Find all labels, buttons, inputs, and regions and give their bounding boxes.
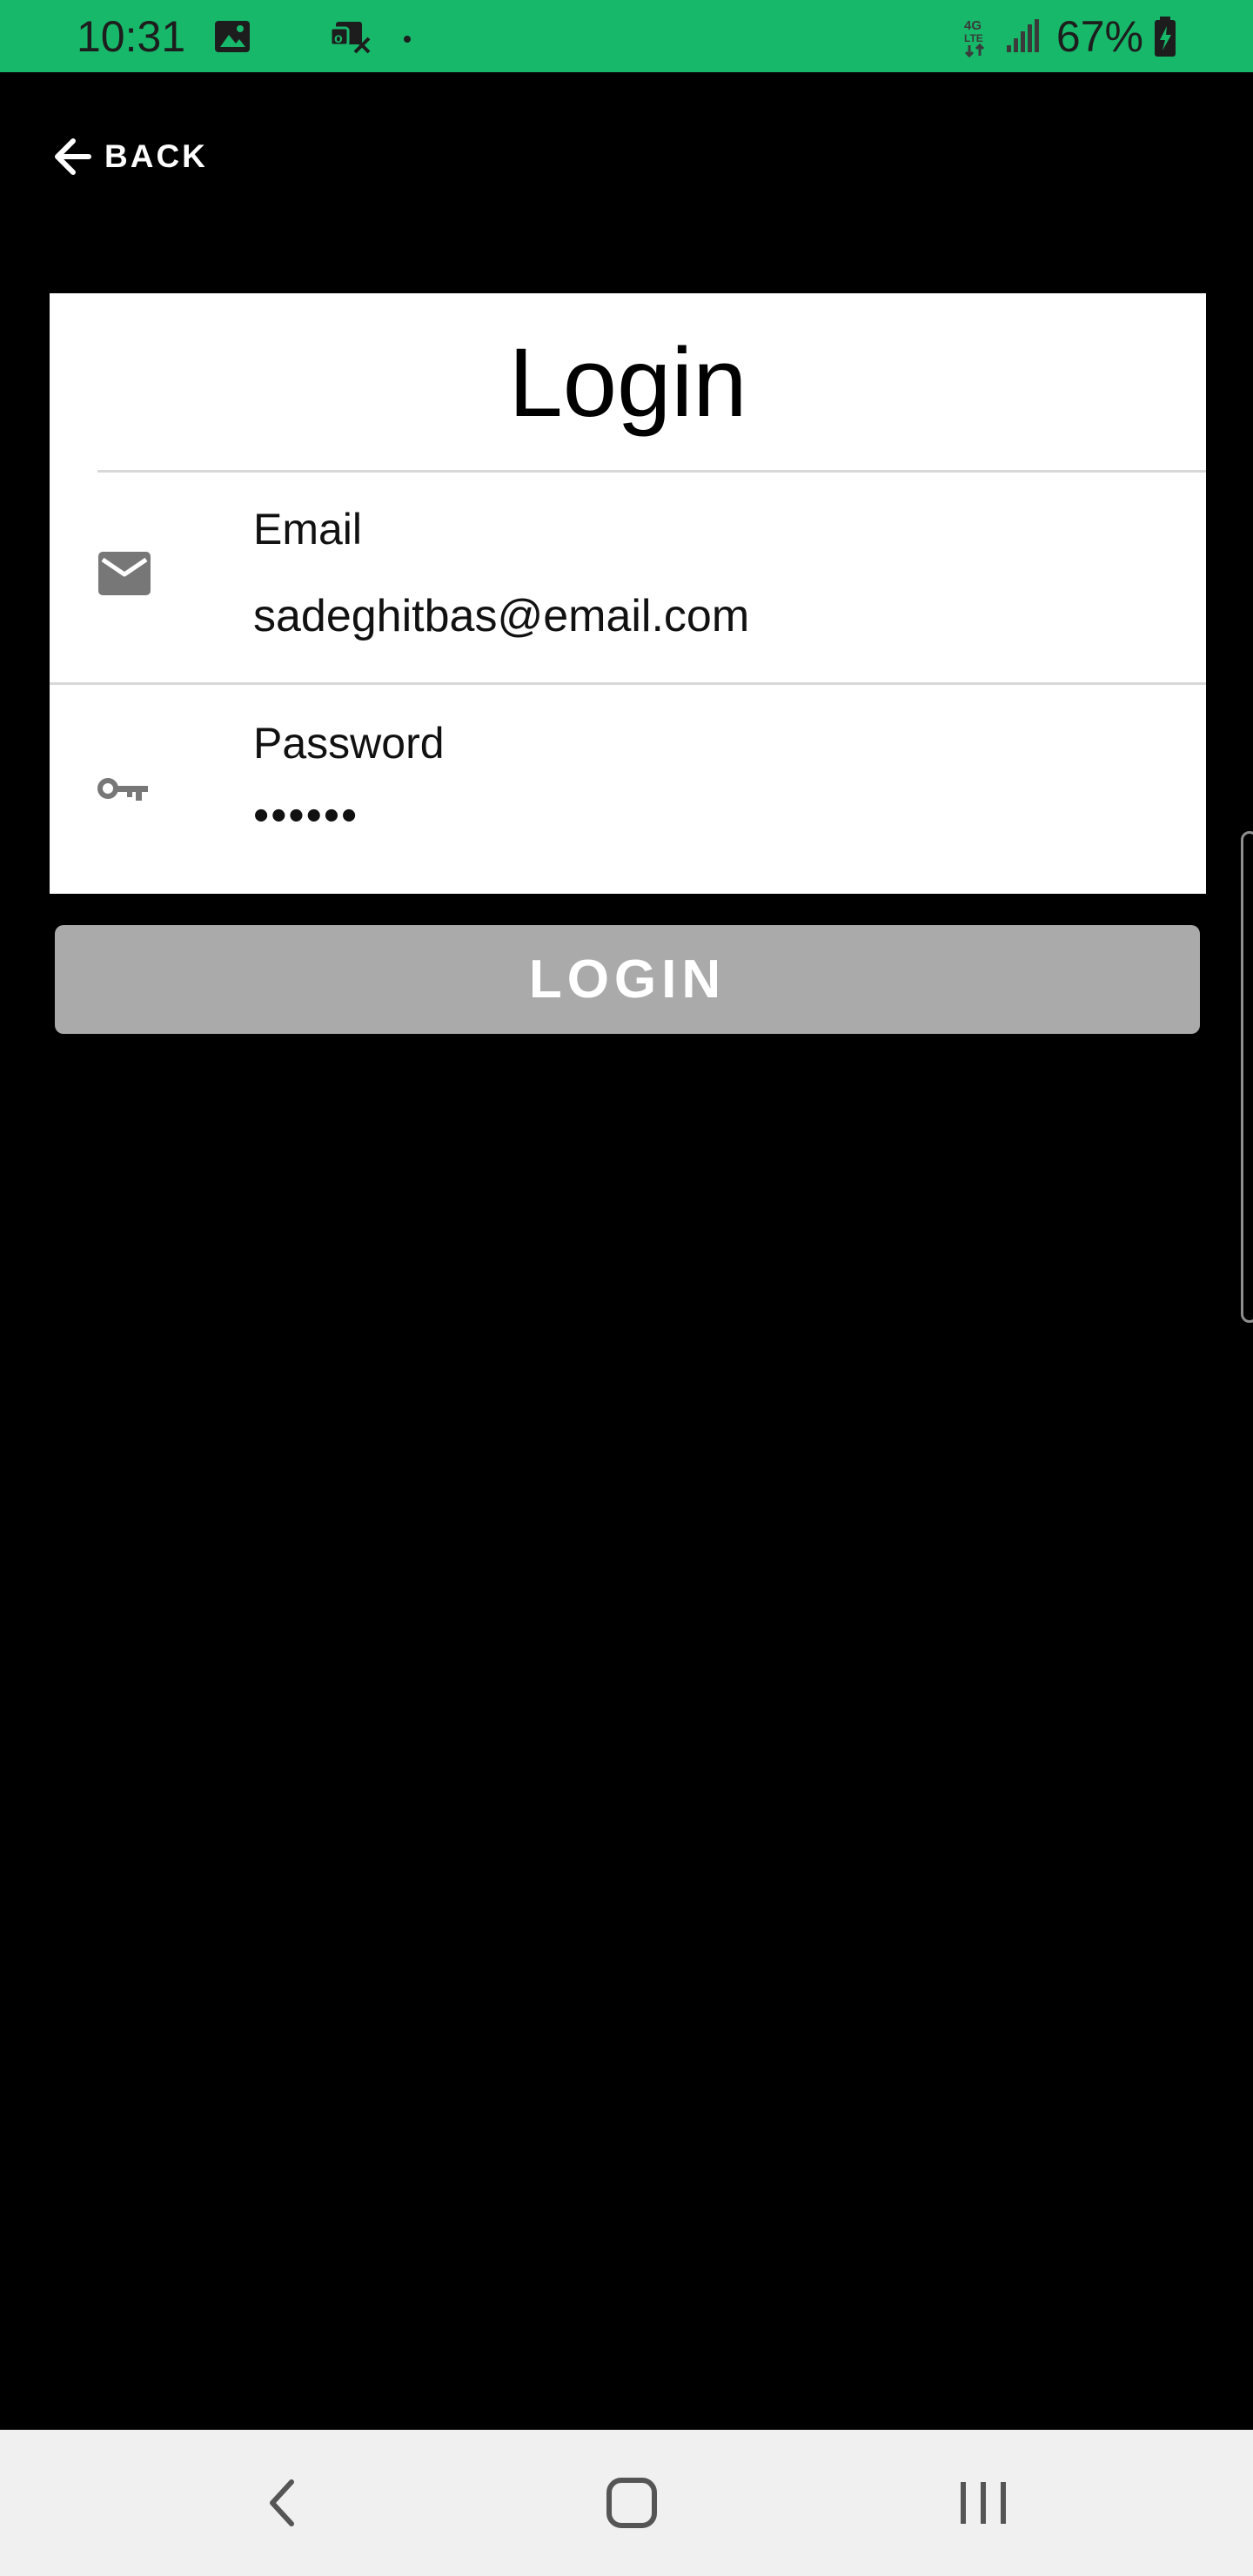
network-4g-icon: 4G LTE: [962, 16, 988, 62]
login-button[interactable]: LOGIN: [55, 925, 1200, 1034]
back-label: BACK: [104, 138, 208, 174]
back-nav-icon[interactable]: [257, 2468, 309, 2542]
dot-icon: [403, 32, 412, 48]
svg-text:o: o: [334, 31, 343, 46]
field-divider: [50, 682, 1206, 685]
email-field[interactable]: Email: [50, 473, 1206, 684]
password-label: Password: [253, 719, 445, 768]
status-time: 10:31: [77, 12, 186, 61]
email-input[interactable]: [253, 586, 1167, 647]
recents-nav-icon[interactable]: [948, 2468, 1018, 2542]
scrollbar[interactable]: [1241, 831, 1253, 1323]
password-input[interactable]: ••••••: [253, 789, 1167, 842]
signal-icon: [1005, 17, 1042, 58]
svg-text:LTE: LTE: [964, 32, 983, 44]
key-icon: [97, 776, 150, 808]
battery-percent: 67%: [1055, 12, 1143, 61]
status-bar: 10:31 o 4G LTE 67%: [0, 0, 1253, 72]
battery-icon: [1152, 16, 1178, 62]
email-label: Email: [253, 505, 363, 553]
arrow-left-icon: [50, 134, 96, 179]
mail-icon: [97, 551, 151, 600]
image-icon: [213, 19, 251, 58]
page-title: Login: [508, 328, 747, 437]
login-card: Login Email Password ••••••: [50, 293, 1206, 894]
password-field[interactable]: Password ••••••: [50, 687, 1206, 894]
home-nav-icon[interactable]: [597, 2468, 667, 2542]
back-button[interactable]: BACK: [50, 131, 208, 183]
navigation-bar: [0, 2430, 1253, 2576]
svg-text:4G: 4G: [964, 18, 982, 33]
notification-icon: o: [329, 19, 372, 58]
